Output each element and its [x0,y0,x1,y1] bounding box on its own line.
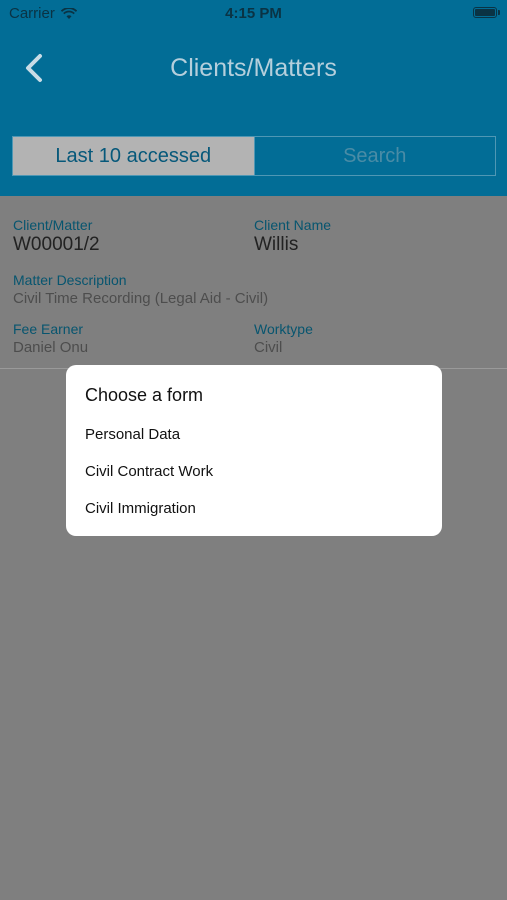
choose-form-dialog: Choose a form Personal Data Civil Contra… [66,365,442,536]
worktype-field: Worktype Civil [254,321,313,356]
tab-search[interactable]: Search [253,137,496,175]
dimmed-content: Client/Matter W00001/2 Client Name Willi… [0,196,507,900]
client-matter-field: Client/Matter W00001/2 [13,217,100,256]
worktype-label: Worktype [254,321,313,337]
dialog-title: Choose a form [85,385,204,405]
tab-last-10-accessed[interactable]: Last 10 accessed [13,137,254,175]
client-name-label: Client Name [254,217,332,233]
matter-description-value: Civil Time Recording (Legal Aid - Civil) [13,290,269,307]
matter-description-label: Matter Description [13,272,127,288]
fee-earner-label: Fee Earner [13,321,84,337]
nav-bar: Clients/Matters Last 10 accessed Search [0,28,507,196]
option-personal-data[interactable]: Personal Data [85,426,180,443]
status-time: 4:15 PM [225,5,282,22]
client-name-value: Willis [254,234,299,255]
option-civil-immigration[interactable]: Civil Immigration [85,500,196,517]
fee-earner-field: Fee Earner Daniel Onu [13,321,88,356]
client-name-field: Client Name Willis [254,217,331,256]
fee-earner-value: Daniel Onu [13,339,89,356]
page-title: Clients/Matters [170,54,337,82]
battery-icon [473,7,500,18]
client-matter-label: Client/Matter [13,217,93,233]
worktype-value: Civil [254,339,283,356]
segmented-control: Last 10 accessed Search [12,136,496,176]
client-matter-value: W00001/2 [13,234,100,255]
matter-description-field: Matter Description Civil Time Recording … [13,272,268,307]
status-bar: Carrier 4:15 PM [0,0,507,28]
option-civil-contract-work[interactable]: Civil Contract Work [85,463,213,480]
